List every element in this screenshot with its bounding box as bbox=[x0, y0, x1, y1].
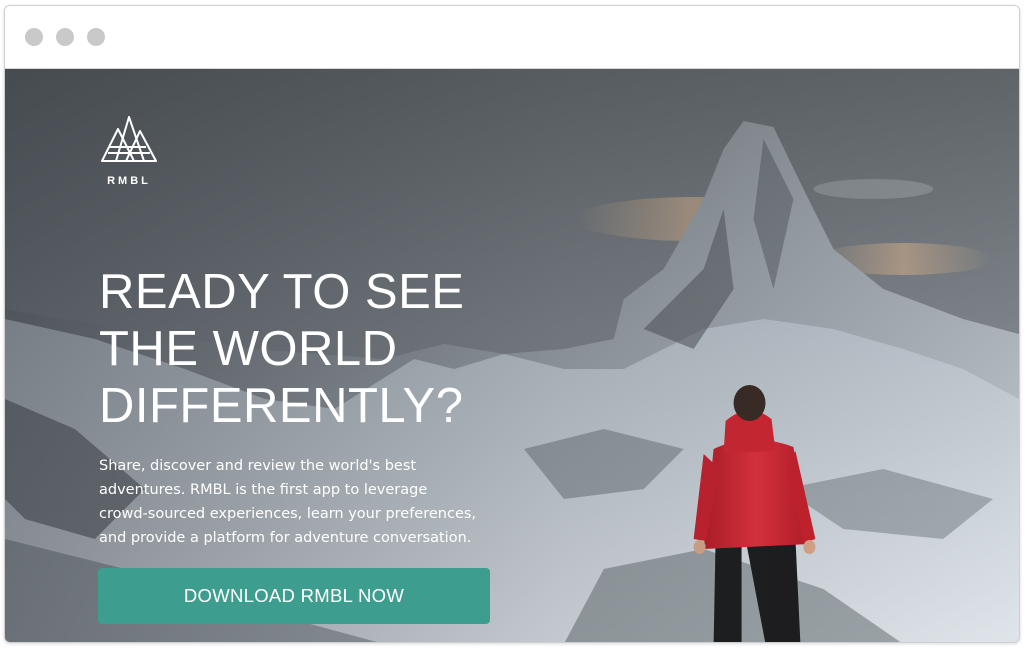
logo-text: RMBL bbox=[107, 175, 151, 187]
hero-headline: READY TO SEE THE WORLD DIFFERENTLY? bbox=[99, 264, 519, 435]
rmbl-logo[interactable]: RMBL bbox=[97, 113, 161, 187]
hero-description: Share, discover and review the world's b… bbox=[99, 458, 477, 546]
window-titlebar bbox=[5, 6, 1019, 69]
mountain-logo-icon bbox=[101, 116, 157, 162]
headline-line-1: READY TO SEE bbox=[99, 265, 465, 319]
browser-window: RMBL READY TO SEE THE WORLD DIFFERENTLY?… bbox=[4, 5, 1020, 643]
headline-line-3: DIFFERENTLY? bbox=[99, 379, 464, 433]
hero-section: RMBL READY TO SEE THE WORLD DIFFERENTLY?… bbox=[5, 69, 1019, 642]
window-close-dot[interactable] bbox=[25, 28, 43, 46]
download-button[interactable]: DOWNLOAD RMBL NOW bbox=[98, 568, 490, 624]
window-maximize-dot[interactable] bbox=[87, 28, 105, 46]
window-minimize-dot[interactable] bbox=[56, 28, 74, 46]
headline-line-2: THE WORLD bbox=[99, 322, 398, 376]
